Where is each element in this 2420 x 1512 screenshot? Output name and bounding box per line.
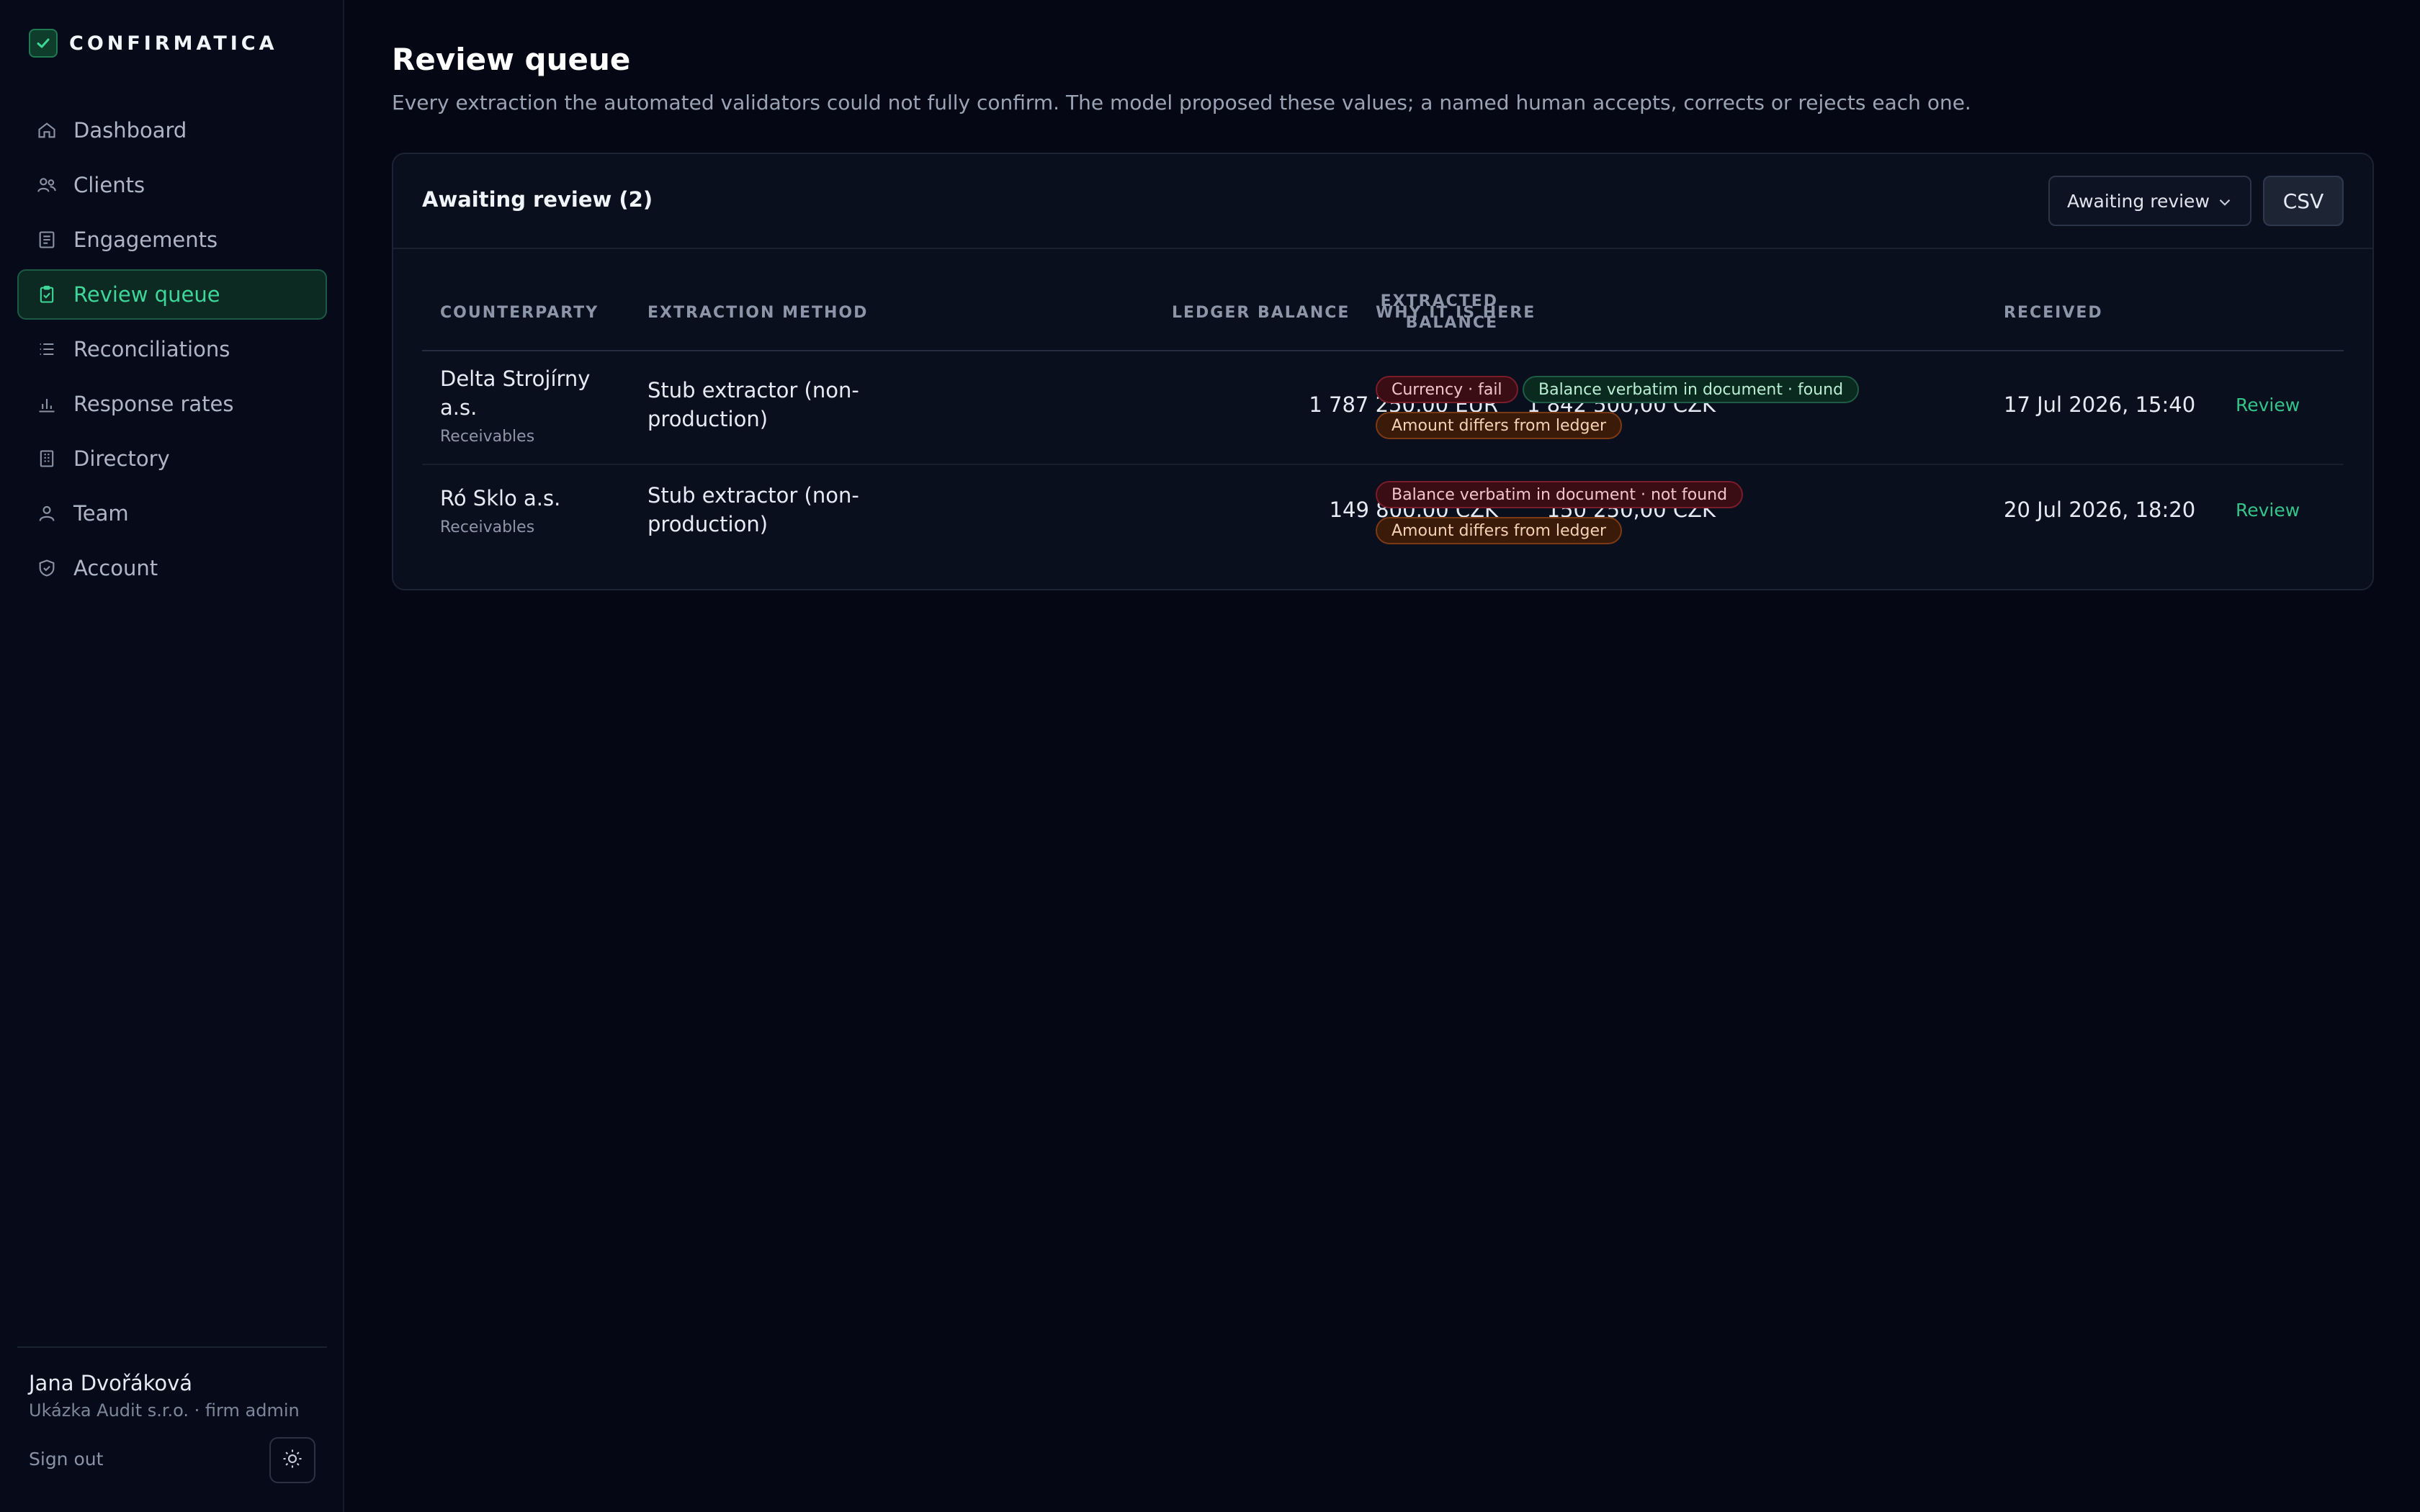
extraction-method: Stub extractor (non- production) — [647, 481, 859, 539]
validation-tag: Amount differs from ledger — [1376, 412, 1623, 439]
card-title: Awaiting review (2) — [422, 187, 653, 212]
validation-tag: Amount differs from ledger — [1376, 517, 1623, 544]
sidebar: CONFIRMATICA Dashboard Clients Engagemen… — [0, 0, 344, 1512]
sidebar-item-team[interactable]: Team — [17, 488, 327, 539]
sidebar-item-label: Clients — [73, 173, 145, 197]
review-link[interactable]: Review — [2236, 500, 2300, 521]
received-date: 17 Jul 2026, 15:40 — [2004, 392, 2196, 417]
sidebar-item-label: Engagements — [73, 228, 218, 252]
sun-icon — [282, 1448, 303, 1472]
person-icon — [36, 503, 58, 524]
sidebar-item-directory[interactable]: Directory — [17, 433, 327, 484]
sidebar-item-engagements[interactable]: Engagements — [17, 215, 327, 265]
sidebar-item-review-queue[interactable]: Review queue — [17, 269, 327, 320]
sidebar-nav: Dashboard Clients Engagements Review que… — [17, 105, 327, 598]
received-date: 20 Jul 2026, 18:20 — [2004, 498, 2196, 522]
sidebar-item-label: Review queue — [73, 282, 220, 307]
sidebar-item-response-rates[interactable]: Response rates — [17, 379, 327, 429]
sidebar-item-label: Dashboard — [73, 118, 187, 143]
column-header-ledger-balance[interactable]: LEDGER BALANCE — [1172, 302, 1350, 324]
counterparty-name: Delta Strojírny a.s. — [440, 364, 590, 422]
counterparty-name-line: Delta Strojírny — [440, 366, 591, 391]
validation-tag: Balance verbatim in document · found — [1523, 376, 1860, 403]
sidebar-item-label: Reconciliations — [73, 337, 230, 361]
theme-toggle-button[interactable] — [269, 1437, 315, 1483]
counterparty-name-line: a.s. — [440, 395, 478, 420]
table-header-divider — [422, 350, 2344, 351]
status-filter-value: Awaiting review — [2067, 190, 2210, 212]
status-filter-select[interactable]: Awaiting review — [2048, 176, 2251, 226]
sidebar-divider — [17, 1346, 327, 1348]
sidebar-item-label: Team — [73, 501, 129, 526]
shield-icon — [36, 557, 58, 579]
review-link[interactable]: Review — [2236, 395, 2300, 415]
extraction-method: Stub extractor (non- production) — [647, 376, 859, 433]
check-logo-icon — [29, 29, 58, 58]
column-header-received[interactable]: RECEIVED — [2004, 302, 2103, 324]
users-icon — [36, 174, 58, 196]
sidebar-item-label: Directory — [73, 446, 170, 471]
validation-tag: Currency · fail — [1376, 376, 1518, 403]
home-icon — [36, 120, 58, 141]
extraction-method-line: Stub extractor (non- — [647, 483, 859, 508]
page-title: Review queue — [392, 42, 631, 77]
sidebar-item-dashboard[interactable]: Dashboard — [17, 105, 327, 156]
column-header-method[interactable]: EXTRACTION METHOD — [647, 302, 868, 324]
building-icon — [36, 448, 58, 469]
chevron-down-icon — [2215, 193, 2234, 216]
review-card: Awaiting review (2) Awaiting review CSV … — [392, 153, 2374, 590]
counterparty-name: Ró Sklo a.s. — [440, 486, 561, 510]
brand[interactable]: CONFIRMATICA — [29, 29, 278, 58]
bar-chart-icon — [36, 393, 58, 415]
extraction-method-line: production) — [647, 407, 768, 431]
counterparty-category: Receivables — [440, 428, 535, 446]
validation-tag: Balance verbatim in document · not found — [1376, 481, 1744, 508]
sidebar-item-label: Account — [73, 556, 158, 580]
sign-out-link[interactable]: Sign out — [29, 1449, 103, 1470]
list-icon — [36, 338, 58, 360]
page-subtitle: Every extraction the automated validator… — [392, 91, 1971, 114]
card-header: Awaiting review (2) Awaiting review CSV — [393, 154, 2372, 249]
document-icon — [36, 229, 58, 251]
user-org: Ukázka Audit s.r.o. · firm admin — [29, 1400, 300, 1421]
sidebar-item-label: Response rates — [73, 392, 234, 416]
extraction-method-line: Stub extractor (non- — [647, 378, 859, 402]
sidebar-item-clients[interactable]: Clients — [17, 160, 327, 210]
row-divider — [422, 464, 2344, 465]
user-name: Jana Dvořáková — [29, 1371, 193, 1395]
sidebar-item-reconciliations[interactable]: Reconciliations — [17, 324, 327, 374]
counterparty-category: Receivables — [440, 518, 535, 536]
csv-export-button[interactable]: CSV — [2263, 176, 2344, 226]
app-name: CONFIRMATICA — [69, 32, 278, 55]
column-header-why[interactable]: WHY IT IS HERE — [1376, 302, 1536, 324]
sidebar-item-account[interactable]: Account — [17, 543, 327, 593]
column-header-counterparty[interactable]: COUNTERPARTY — [440, 302, 599, 324]
clipboard-check-icon — [36, 284, 58, 305]
extraction-method-line: production) — [647, 512, 768, 536]
